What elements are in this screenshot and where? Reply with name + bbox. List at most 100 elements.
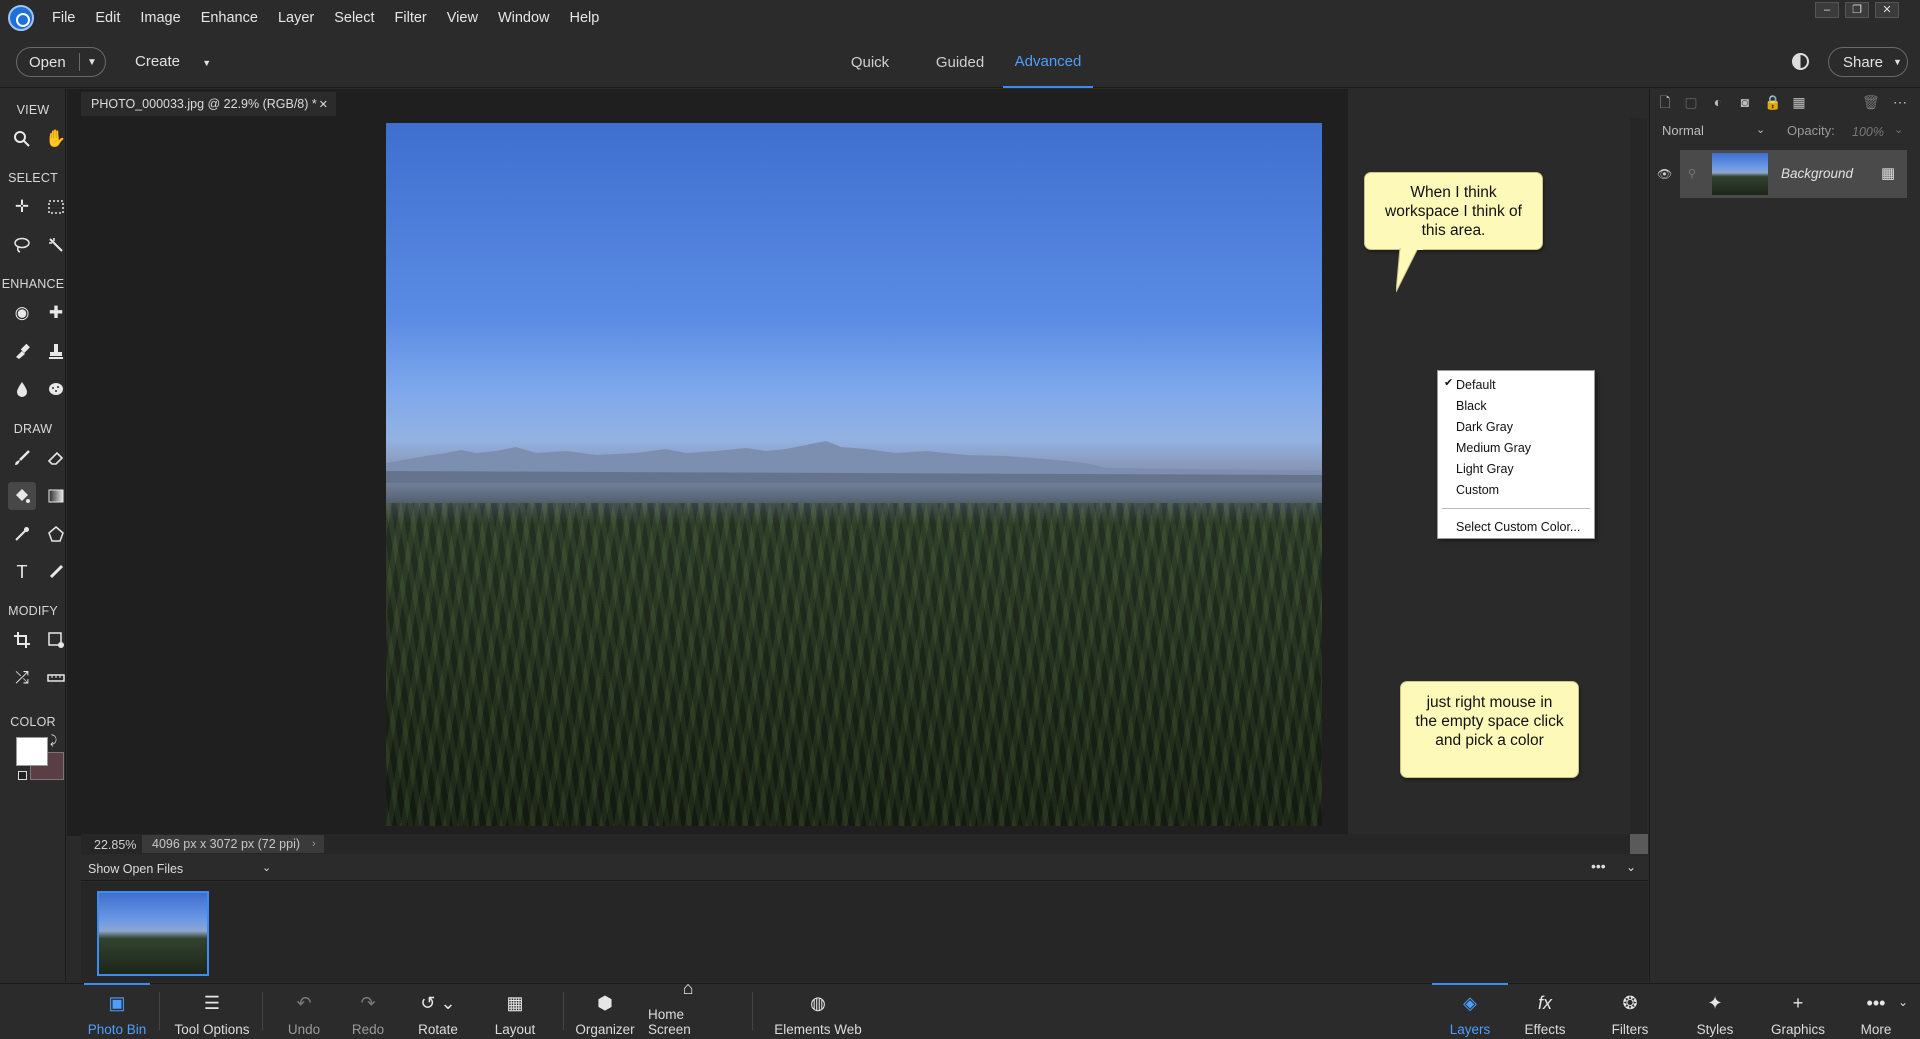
sponge-tool-icon[interactable] — [42, 375, 70, 403]
layers-button[interactable]: ◈ Layers — [1432, 983, 1508, 1039]
more-button[interactable]: ••• More — [1856, 983, 1896, 1039]
panel-menu-icon[interactable]: ⋯ — [1892, 94, 1908, 110]
minimize-icon[interactable]: – — [1815, 2, 1839, 18]
layout-button[interactable]: ▦ Layout — [490, 983, 540, 1039]
type-tool-icon[interactable]: T — [8, 558, 36, 586]
custom-shape-tool-icon[interactable] — [42, 520, 70, 548]
opacity-input[interactable]: 100% — [1852, 125, 1884, 139]
gradient-tool-icon[interactable] — [42, 482, 70, 510]
show-open-files-dropdown[interactable]: Show Open Files — [88, 862, 183, 876]
document-tab[interactable]: PHOTO_000033.jpg @ 22.9% (RGB/8) * ✕ — [81, 92, 336, 116]
chevron-down-icon[interactable]: ▼ — [87, 57, 97, 68]
home-screen-button[interactable]: ⌂ Home Screen — [648, 978, 728, 1039]
create-button[interactable]: Create ▼ — [135, 53, 211, 70]
crop-tool-icon[interactable] — [8, 626, 36, 654]
content-aware-move-icon[interactable]: ⤮ — [8, 664, 36, 692]
collapse-icon[interactable]: ⌄ — [1626, 860, 1636, 874]
zoom-level[interactable]: 22.85% — [94, 838, 136, 852]
tab-quick[interactable]: Quick — [840, 36, 900, 88]
menu-edit[interactable]: Edit — [95, 10, 120, 26]
menu-item-black[interactable]: Black — [1456, 397, 1487, 415]
graphics-label: Graphics — [1770, 1022, 1826, 1037]
document-title: PHOTO_000033.jpg @ 22.9% (RGB/8) * — [91, 97, 317, 111]
menu-file[interactable]: File — [52, 10, 75, 26]
blur-tool-icon[interactable] — [8, 375, 36, 403]
tool-options-button[interactable]: ☰ Tool Options — [173, 983, 251, 1039]
brush-tool-icon[interactable] — [8, 444, 36, 472]
menu-item-medium-gray[interactable]: Medium Gray — [1456, 439, 1531, 457]
hand-tool-icon[interactable]: ✋ — [42, 125, 70, 153]
adjustment-layer-icon[interactable]: ◐ — [1710, 94, 1726, 110]
lasso-tool-icon[interactable] — [8, 231, 36, 259]
foreground-color-swatch[interactable] — [16, 737, 48, 766]
layer-name[interactable]: Background — [1781, 166, 1853, 181]
chevron-right-icon[interactable]: › — [312, 835, 324, 853]
theme-toggle-icon[interactable] — [1792, 53, 1809, 70]
blend-mode-select[interactable]: Normal — [1662, 123, 1704, 138]
healing-brush-icon[interactable]: ✚ — [42, 299, 70, 327]
layer-lock-icon[interactable]: ▦ — [1881, 164, 1895, 182]
menu-help[interactable]: Help — [570, 10, 600, 26]
rotate-button[interactable]: ↺ ⌄ Rotate — [414, 983, 462, 1039]
menu-item-light-gray[interactable]: Light Gray — [1456, 460, 1514, 478]
menu-item-default[interactable]: Default — [1456, 376, 1496, 394]
chevron-down-icon[interactable]: ⌄ — [1898, 995, 1908, 1009]
restore-icon[interactable]: ❐ — [1845, 2, 1869, 18]
smart-brush-icon[interactable] — [8, 337, 36, 365]
close-tab-icon[interactable]: ✕ — [319, 98, 328, 111]
menu-select[interactable]: Select — [334, 10, 374, 26]
new-layer-icon[interactable]: 🗋 — [1657, 94, 1673, 110]
new-group-icon[interactable]: ▢ — [1683, 94, 1699, 110]
tab-guided[interactable]: Guided — [928, 36, 992, 88]
vertical-scrollbar[interactable] — [1630, 118, 1647, 834]
app-logo-icon — [8, 5, 34, 31]
section-view: VIEW — [16, 103, 50, 117]
close-icon[interactable]: ✕ — [1875, 2, 1899, 18]
eyedropper-tool-icon[interactable] — [8, 520, 36, 548]
default-colors-icon[interactable] — [18, 771, 27, 780]
menu-image[interactable]: Image — [140, 10, 180, 26]
graphics-button[interactable]: + Graphics — [1768, 983, 1828, 1039]
visibility-eye-icon[interactable]: 👁 — [1657, 167, 1672, 181]
open-button[interactable]: Open ▼ — [16, 47, 106, 77]
lock-icon[interactable]: 🔒 — [1764, 94, 1781, 110]
filters-button[interactable]: ❂ Filters — [1604, 983, 1656, 1039]
pencil-tool-icon[interactable] — [42, 558, 70, 586]
trash-icon[interactable]: 🗑 — [1862, 94, 1880, 110]
layer-mask-icon[interactable]: ◙ — [1737, 94, 1753, 110]
eraser-tool-icon[interactable] — [42, 444, 70, 472]
photo-bin-thumbnail[interactable] — [97, 891, 209, 976]
menu-item-custom[interactable]: Custom — [1456, 481, 1499, 499]
menu-item-dark-gray[interactable]: Dark Gray — [1456, 418, 1513, 436]
clone-stamp-icon[interactable] — [42, 337, 70, 365]
menu-layer[interactable]: Layer — [278, 10, 314, 26]
menu-view[interactable]: View — [447, 10, 478, 26]
separator — [159, 992, 160, 1030]
lock-transparency-icon[interactable]: ▦ — [1791, 94, 1807, 110]
tab-advanced[interactable]: Advanced — [1003, 36, 1093, 88]
chevron-down-icon[interactable]: ⌄ — [262, 861, 271, 874]
elements-web-button[interactable]: ◍ Elements Web — [774, 983, 862, 1039]
straighten-tool-icon[interactable] — [42, 664, 70, 692]
menu-filter[interactable]: Filter — [395, 10, 427, 26]
undo-button[interactable]: ↶ Undo — [284, 983, 324, 1039]
menu-item-select-custom-color[interactable]: Select Custom Color... — [1456, 518, 1580, 536]
redo-button[interactable]: ↷ Redo — [348, 983, 388, 1039]
document-canvas[interactable] — [386, 123, 1322, 826]
move-tool-icon[interactable]: ✛ — [8, 193, 36, 221]
menu-window[interactable]: Window — [498, 10, 550, 26]
chevron-down-icon: ▼ — [202, 58, 212, 68]
effects-button[interactable]: fx Effects — [1521, 983, 1569, 1039]
paint-bucket-tool-icon[interactable] — [8, 482, 36, 510]
more-options-icon[interactable]: ••• — [1591, 858, 1606, 874]
organizer-button[interactable]: ⬢ Organizer — [574, 983, 636, 1039]
styles-button[interactable]: ✦ Styles — [1690, 983, 1740, 1039]
marquee-tool-icon[interactable] — [42, 193, 70, 221]
magic-wand-tool-icon[interactable] — [42, 231, 70, 259]
recompose-tool-icon[interactable] — [42, 626, 70, 654]
red-eye-tool-icon[interactable]: ◉ — [8, 299, 36, 327]
menu-enhance[interactable]: Enhance — [201, 10, 258, 26]
share-button[interactable]: Share ▼ — [1828, 47, 1908, 77]
zoom-tool-icon[interactable] — [8, 125, 36, 153]
photo-bin-button[interactable]: ▣ Photo Bin — [84, 983, 150, 1039]
